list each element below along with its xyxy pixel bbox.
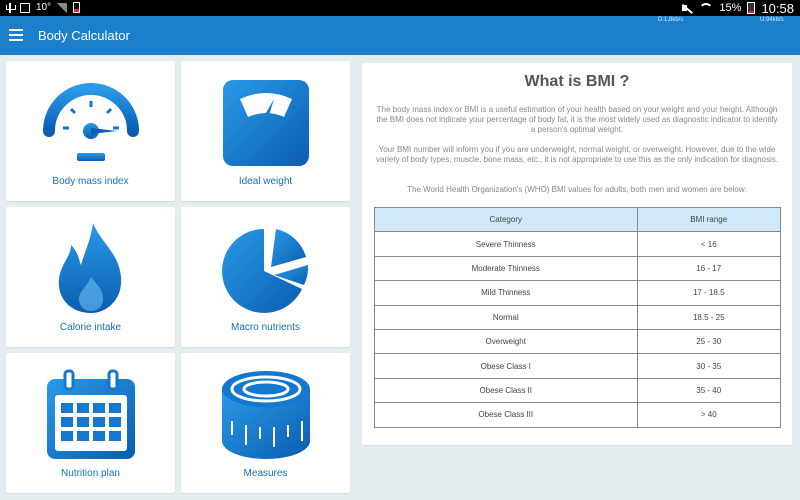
tile-label: Ideal weight [238,176,293,187]
who-intro: The World Health Organization's (WHO) BM… [407,185,747,194]
range-cell: 30 - 35 [636,353,781,379]
image-icon [20,2,30,13]
range-cell: > 40 [636,402,781,428]
category-cell: Obese Class III [374,402,638,428]
range-cell: 17 - 18.5 [636,280,781,306]
network-download-speed: D:1,8kb/s [658,17,684,23]
network-upload-speed: U:94kb/s [760,17,784,23]
pie-chart-icon [221,229,308,313]
tile-ideal-weight[interactable]: Ideal weight [181,61,350,201]
tile-label: Body mass index [52,176,129,187]
column-header-bmi-range: BMI range [636,206,781,233]
tile-label: Measures [243,468,288,479]
tile-label: Nutrition plan [61,468,120,479]
range-cell: 35 - 40 [636,377,781,404]
category-cell: Overweight [374,328,638,355]
range-cell: 18.5 - 25 [636,304,781,330]
battery-icon [747,2,756,14]
bmi-disclaimer: Your BMI number will inform you if you a… [376,145,778,164]
range-cell: 16 - 17 [636,255,781,282]
calendar-icon [46,369,135,459]
table-row: Obese Class III > 40 [374,402,781,428]
bmi-description: The body mass index or BMI is a useful e… [376,105,778,134]
tile-measures[interactable]: Measures [181,353,350,493]
speedometer-icon [42,83,139,161]
tile-label: Macro nutrients [231,322,300,333]
app-bar: Body Calculator D:1,8kb/s U:94kb/s [0,16,800,55]
table-header-row: Category BMI range [374,206,781,233]
battery-percent: 15% [719,2,742,14]
table-row: Moderate Thinness 16 - 17 [374,255,781,282]
column-header-category: Category [374,206,638,233]
table-row: Mild Thinness 17 - 18.5 [374,280,781,306]
table-row: Normal 18.5 - 25 [374,304,781,330]
mute-icon [681,3,693,13]
tile-body-mass-index[interactable]: Body mass index [6,61,175,201]
category-cell: Obese Class II [374,377,638,404]
category-cell: Severe Thinness [374,231,638,257]
flame-icon [58,223,121,313]
status-bar: 10° 15% 10:58 [0,0,800,16]
wifi-icon [699,3,714,13]
weather-temperature: 10° [36,2,52,13]
panel-title: What is BMI ? [524,73,630,90]
battery-alert-icon [73,2,81,13]
clock: 10:58 [761,0,794,16]
signal-icon [57,2,68,13]
scale-icon [222,80,309,166]
app-title: Body Calculator [38,28,130,43]
table-row: Severe Thinness < 16 [374,231,781,257]
tile-label: Calorie intake [59,322,122,333]
usb-icon [6,2,16,13]
category-cell: Mild Thinness [374,280,638,306]
tape-measure-icon [221,371,310,459]
bmi-table: Category BMI range Severe Thinness < 16 M… [374,206,781,428]
menu-icon[interactable] [9,29,23,41]
tile-calorie-intake[interactable]: Calorie intake [6,207,175,347]
table-row: Obese Class II 35 - 40 [374,377,781,404]
table-row: Obese Class I 30 - 35 [374,353,781,379]
bmi-info-panel: What is BMI ? The body mass index or BMI… [362,63,792,445]
range-cell: < 16 [636,231,781,257]
tile-macro-nutrients[interactable]: Macro nutrients [181,207,350,347]
tile-nutrition-plan[interactable]: Nutrition plan [6,353,175,493]
range-cell: 25 - 30 [636,328,781,355]
table-row: Overweight 25 - 30 [374,328,781,355]
category-cell: Moderate Thinness [374,255,638,282]
category-cell: Obese Class I [374,353,638,379]
category-cell: Normal [374,304,638,330]
